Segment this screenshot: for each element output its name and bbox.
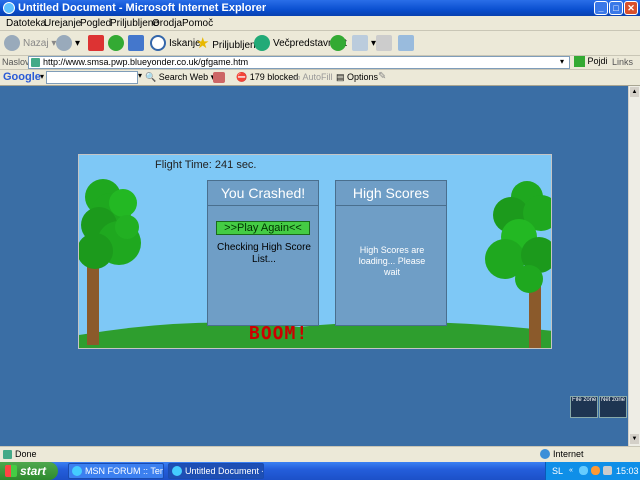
refresh-button[interactable] — [108, 35, 127, 52]
menu-item-tools[interactable]: Orodja — [152, 18, 182, 29]
left-tree — [79, 179, 141, 345]
address-bar: Naslov http://www.smsa.pwp.blueyonder.co… — [0, 56, 640, 70]
taskbar-item-msn-forum[interactable]: MSN FORUM :: Tema ... — [68, 463, 164, 479]
status-text: Done — [15, 449, 37, 459]
menu-item-edit[interactable]: Urejanje — [44, 18, 81, 29]
menu-item-help[interactable]: Pomoč — [182, 18, 213, 29]
options-button[interactable]: ▤ Options — [336, 72, 378, 83]
back-button[interactable]: Nazaj ▾ — [4, 35, 56, 52]
maximize-button[interactable]: □ — [609, 1, 623, 15]
links-button[interactable]: Links — [612, 57, 633, 67]
page-icon — [31, 58, 40, 67]
google-search-input[interactable] — [46, 71, 138, 84]
ie-icon — [72, 466, 82, 476]
clock: 15:03 — [616, 466, 639, 476]
window-title: Untitled Document - Microsoft Internet E… — [18, 2, 267, 14]
google-dropdown-icon[interactable]: ▾ — [40, 72, 44, 81]
taskbar-item-untitled-document[interactable]: Untitled Document - ... — [168, 463, 264, 479]
tray-messenger-icon[interactable] — [591, 466, 600, 475]
taskbar: start MSN FORUM :: Tema ... Untitled Doc… — [0, 462, 640, 480]
blocker-icon: ⛔ — [236, 72, 248, 82]
refresh-icon — [108, 35, 124, 52]
ie-icon — [172, 466, 182, 476]
address-input[interactable]: http://www.smsa.pwp.blueyonder.co.uk/gfg… — [28, 56, 570, 69]
history-icon — [330, 35, 346, 52]
search-web-button[interactable]: 🔍 Search Web ▾ — [145, 72, 215, 83]
autofill-button[interactable]: ▭ AutoFill — [292, 72, 333, 83]
edit-icon — [398, 35, 414, 52]
ie-logo-icon — [3, 2, 15, 14]
tray-volume-icon[interactable] — [603, 466, 612, 475]
home-icon — [128, 35, 144, 52]
history-button[interactable] — [330, 35, 349, 52]
status-bar: Done Internet — [0, 446, 640, 462]
menu-bar: Datoteka Urejanje Pogled Priljubljene Or… — [0, 16, 640, 31]
checking-scores-text: Checking High Score List... — [217, 242, 311, 265]
menu-item-file[interactable]: Datoteka — [6, 18, 46, 29]
back-arrow-icon — [4, 35, 20, 52]
star-icon: ★ — [196, 35, 210, 52]
mail-icon — [352, 35, 368, 52]
favorites-button[interactable]: ★ Priljubljene — [196, 35, 261, 52]
windows-logo-icon — [5, 465, 17, 477]
printer-icon — [376, 35, 392, 52]
address-label: Naslov — [2, 57, 30, 67]
right-tree — [485, 181, 551, 348]
search-button[interactable]: Iskanje — [150, 35, 201, 52]
close-button[interactable]: ✕ — [624, 1, 638, 15]
stop-icon — [88, 35, 104, 52]
start-button[interactable]: start — [0, 462, 58, 480]
google-toolbar: Google ▾ ▾ 🔍 Search Web ▾ ⛔ 179 blocked … — [0, 70, 640, 86]
address-dropdown-icon[interactable]: ▾ — [560, 57, 564, 66]
minimize-button[interactable]: _ — [594, 1, 608, 15]
crash-panel: You Crashed! >>Play Again<< Checking Hig… — [207, 180, 319, 326]
page-content: Flight Time: 241 sec. You Crashed! >>Pla… — [0, 86, 628, 446]
autofill-icon: ▭ — [292, 72, 301, 82]
stop-button[interactable] — [88, 35, 107, 52]
menu-item-view[interactable]: Pogled — [80, 18, 111, 29]
play-again-button[interactable]: >>Play Again<< — [216, 221, 310, 235]
forward-arrow-icon — [56, 35, 72, 52]
high-scores-panel: High Scores High Scores are loading... P… — [335, 180, 447, 326]
go-button[interactable]: Pojdi — [574, 56, 608, 68]
tray-network-icon[interactable] — [579, 466, 588, 475]
scroll-up-icon[interactable]: ▲ — [630, 87, 639, 97]
status-zone: Internet — [553, 449, 584, 459]
scroll-down-icon[interactable]: ▼ — [630, 434, 639, 444]
crash-title: You Crashed! — [208, 181, 318, 206]
boom-text: BOOM! — [249, 323, 309, 344]
system-tray: SL « 15:03 — [545, 462, 640, 480]
tray-expand-icon[interactable]: « — [569, 467, 573, 474]
google-logo[interactable]: Google — [3, 71, 41, 83]
forward-button[interactable]: ▾ — [56, 35, 80, 52]
net-zone-box[interactable]: Net zone — [599, 396, 627, 418]
binoculars-icon: 🔍 — [145, 72, 157, 82]
game-area[interactable]: Flight Time: 241 sec. You Crashed! >>Pla… — [78, 154, 552, 349]
window-title-bar[interactable]: Untitled Document - Microsoft Internet E… — [0, 0, 640, 16]
vertical-scrollbar[interactable]: ▲ ▼ — [628, 86, 640, 446]
popup-blocker-button[interactable]: ⛔ 179 blocked — [236, 72, 298, 83]
options-icon: ▤ — [336, 72, 345, 82]
high-scores-loading: High Scores are loading... Please wait — [358, 245, 426, 277]
page-info-icon[interactable] — [213, 72, 225, 83]
mail-button[interactable]: ▾ — [352, 35, 376, 52]
toolbar: Nazaj ▾ ▾ Iskanje ★ Priljubljene Večpred… — [0, 31, 640, 56]
language-indicator[interactable]: SL — [552, 466, 563, 476]
internet-globe-icon — [540, 449, 550, 459]
print-button[interactable] — [376, 35, 395, 52]
google-search-dropdown[interactable]: ▾ — [138, 71, 142, 80]
edit-button[interactable] — [398, 35, 417, 52]
page-status-icon — [3, 450, 12, 459]
home-button[interactable] — [128, 35, 147, 52]
address-url: http://www.smsa.pwp.blueyonder.co.uk/gfg… — [43, 57, 249, 67]
go-arrow-icon — [574, 56, 585, 68]
pencil-icon[interactable]: ✎ — [378, 71, 386, 82]
media-icon — [254, 35, 270, 52]
high-scores-title: High Scores — [336, 181, 446, 206]
search-icon — [150, 35, 166, 52]
file-zone-box[interactable]: File zone — [570, 396, 598, 418]
flight-time: Flight Time: 241 sec. — [155, 159, 257, 171]
